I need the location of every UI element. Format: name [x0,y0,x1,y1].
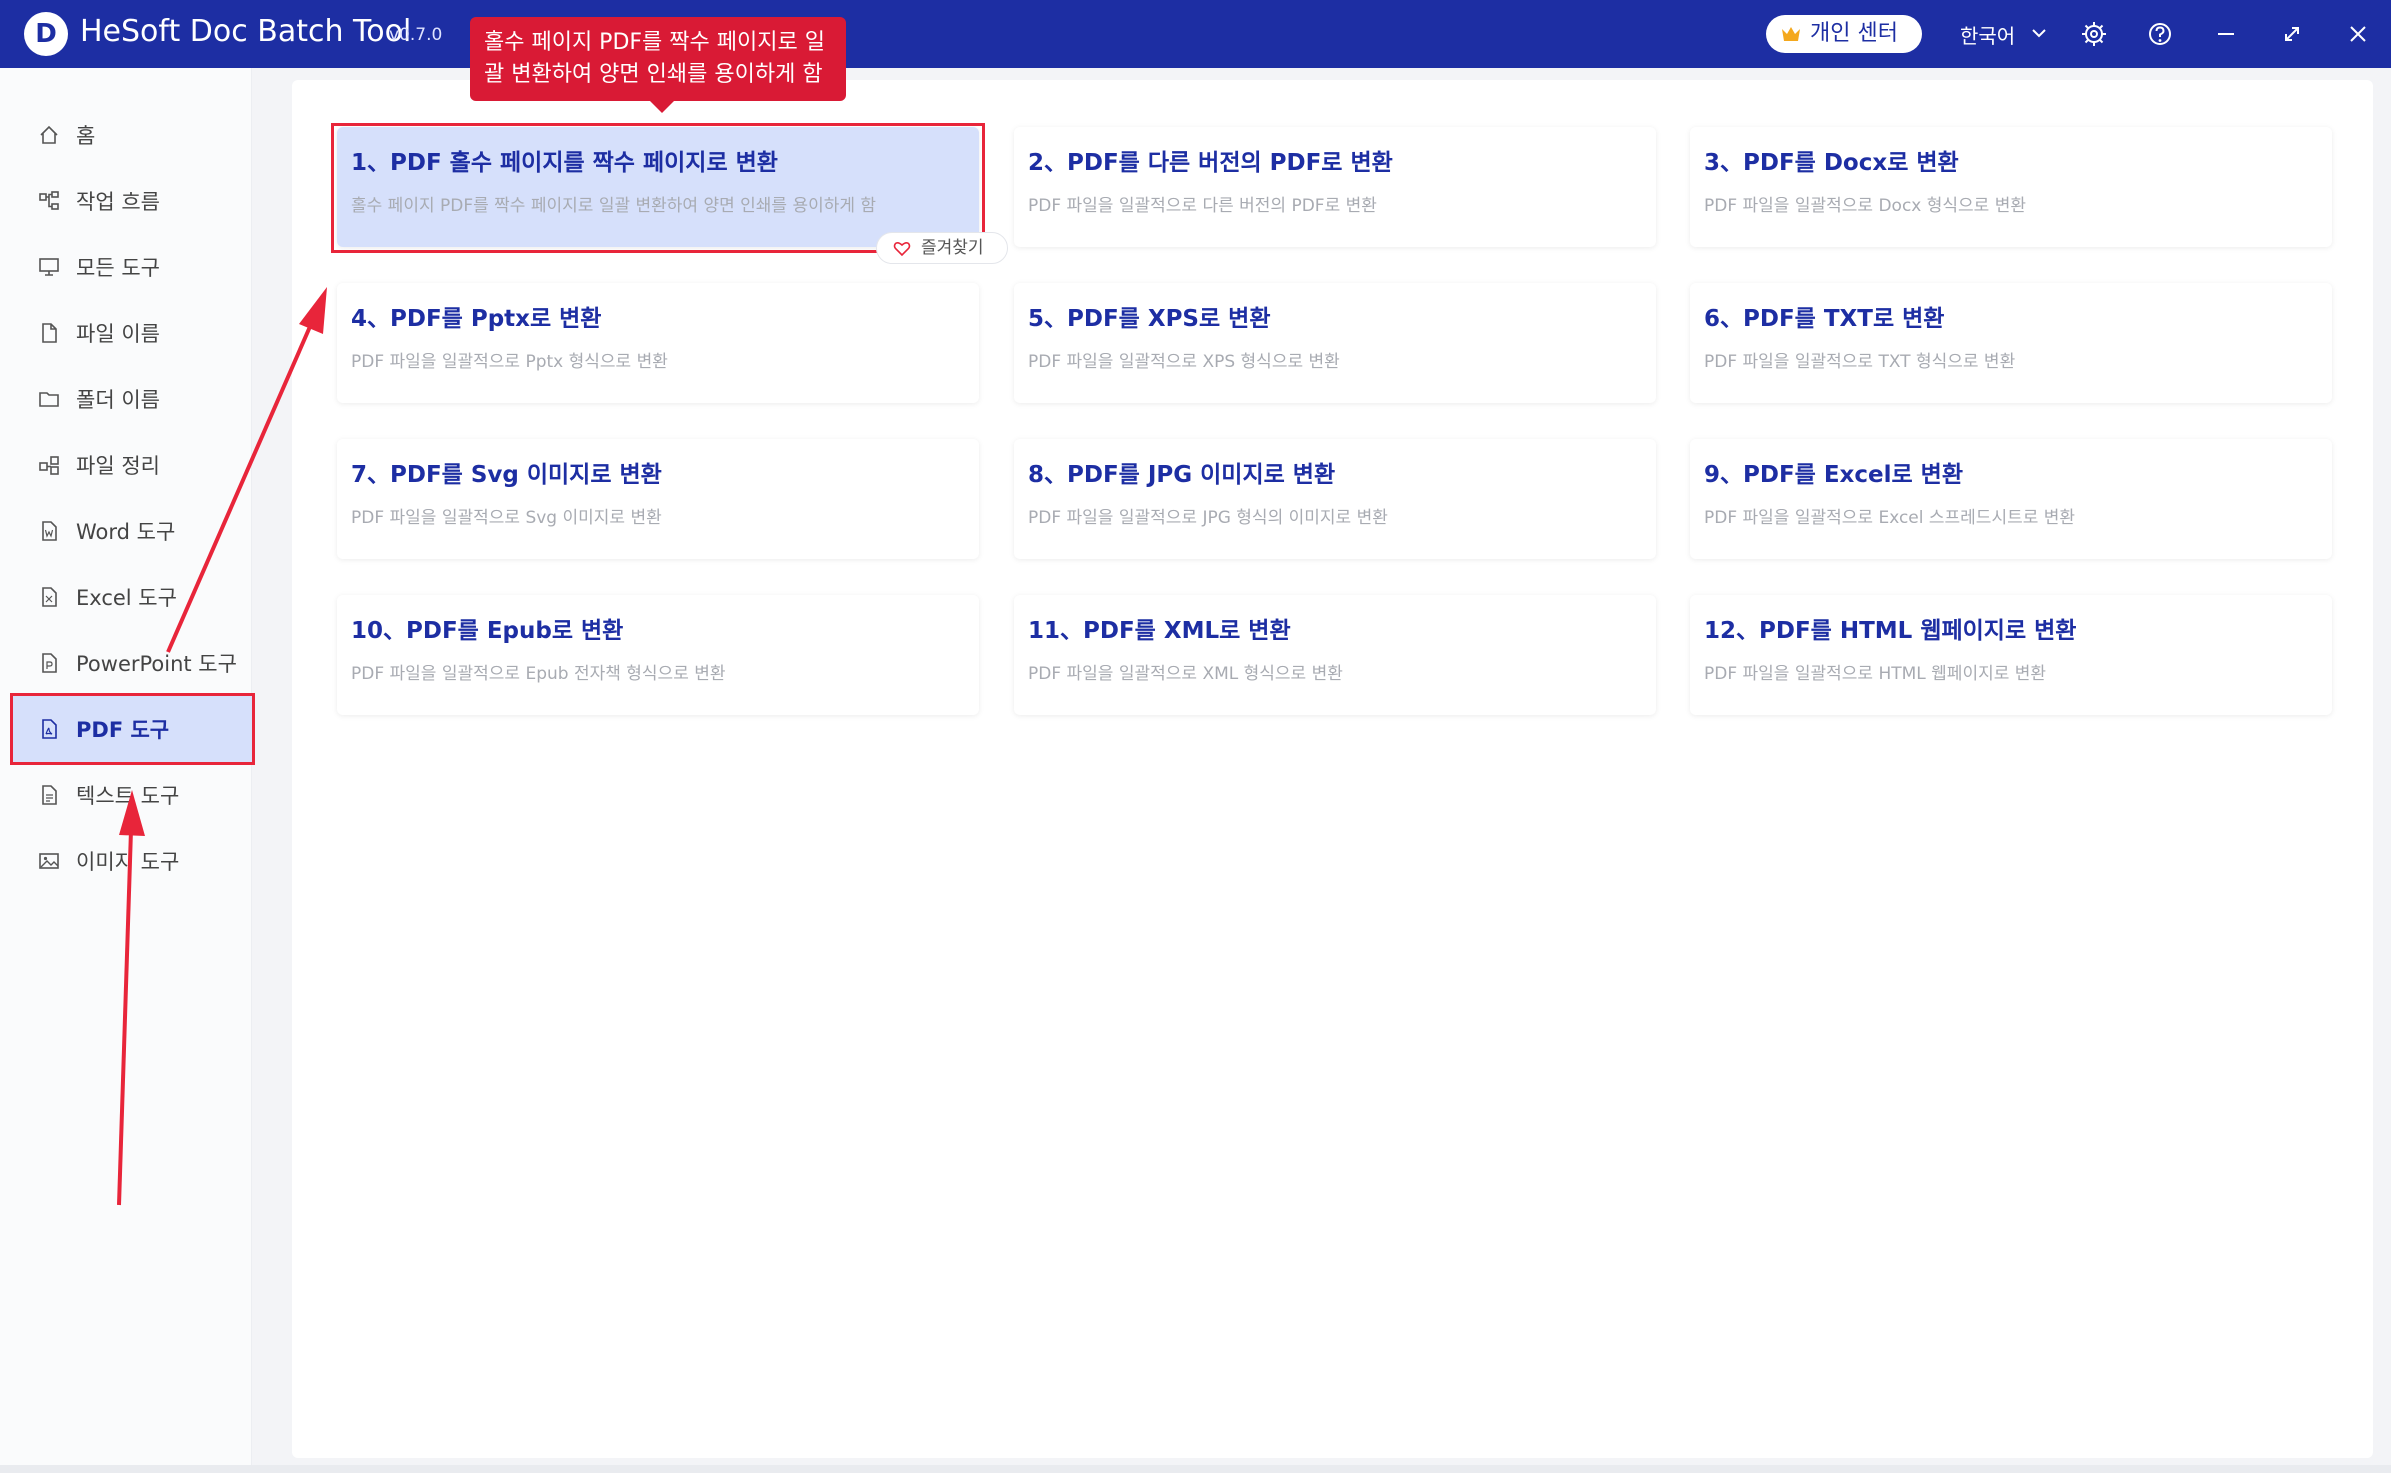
card-description: PDF 파일을 일괄적으로 Pptx 형식으로 변환 [351,352,668,372]
card-title: 5、PDF를 XPS로 변환 [1028,306,1271,332]
sidebar-item-workflow[interactable]: 작업 흐름 [12,168,252,234]
app-logo-icon [24,12,68,56]
minimize-icon[interactable] [2212,20,2240,48]
tool-card-pdf-to-html[interactable]: 12、PDF를 HTML 웹페이지로 변환 PDF 파일을 일괄적으로 HTML… [1690,595,2332,715]
card-title: 11、PDF를 XML로 변환 [1028,618,1291,644]
card-description: PDF 파일을 일괄적으로 XPS 형식으로 변환 [1028,352,1340,372]
text-icon [42,785,57,805]
personal-center-label: 개인 센터 [1810,21,1898,46]
sidebar-item-all-tools[interactable]: 모든 도구 [12,234,252,300]
folder-icon [39,392,59,407]
chevron-down-icon[interactable] [2030,24,2048,42]
sidebar-item-label: 모든 도구 [76,256,160,280]
card-description: PDF 파일을 일괄적으로 Docx 형식으로 변환 [1704,196,2026,216]
home-icon [40,125,58,144]
tool-card-pdf-to-excel[interactable]: 9、PDF를 Excel로 변환 PDF 파일을 일괄적으로 Excel 스프레… [1690,439,2332,559]
favorite-button[interactable]: 즐겨찾기 [876,232,1008,264]
excel-icon [42,587,57,607]
card-title: 4、PDF를 Pptx로 변환 [351,306,602,332]
sidebar-item-home[interactable]: 홈 [12,102,252,168]
monitor-icon [39,258,59,276]
sidebar-item-powerpoint-tools[interactable]: PowerPoint 도구 [12,630,252,696]
help-icon[interactable] [2146,20,2174,48]
sidebar-item-label: Word 도구 [76,520,176,544]
sidebar-item-folder-name[interactable]: 폴더 이름 [12,366,252,432]
tool-card-pdf-to-jpg[interactable]: 8、PDF를 JPG 이미지로 변환 PDF 파일을 일괄적으로 JPG 형식의… [1014,439,1656,559]
sidebar-item-label: 이미지 도구 [76,850,180,874]
card-description: PDF 파일을 일괄적으로 XML 형식으로 변환 [1028,664,1343,684]
tool-card-pdf-to-pptx[interactable]: 4、PDF를 Pptx로 변환 PDF 파일을 일괄적으로 Pptx 형식으로 … [337,283,979,403]
sidebar-item-excel-tools[interactable]: Excel 도구 [12,564,252,630]
favorite-label: 즐겨찾기 [921,238,984,258]
workflow-icon [39,191,59,210]
title-bar: HeSoft Doc Batch Tool v0.7.0 개인 센터 한국어 [0,0,2391,68]
sidebar-item-file-organize[interactable]: 파일 정리 [12,432,252,498]
crown-icon [1782,27,1800,41]
card-title: 10、PDF를 Epub로 변환 [351,618,624,644]
card-title: 7、PDF를 Svg 이미지로 변환 [351,462,662,488]
tool-card-pdf-to-epub[interactable]: 10、PDF를 Epub로 변환 PDF 파일을 일괄적으로 Epub 전자책 … [337,595,979,715]
personal-center-button[interactable]: 개인 센터 [1766,15,1922,53]
app-version: v0.7.0 [389,25,443,45]
image-icon [39,853,59,869]
card-description: PDF 파일을 일괄적으로 HTML 웹페이지로 변환 [1704,664,2047,684]
sidebar-item-label: 폴더 이름 [76,388,160,412]
tool-card-pdf-to-svg[interactable]: 7、PDF를 Svg 이미지로 변환 PDF 파일을 일괄적으로 Svg 이미지… [337,439,979,559]
sidebar-item-label: 홈 [76,124,96,148]
card-description: PDF 파일을 일괄적으로 TXT 형식으로 변환 [1704,352,2016,372]
word-icon [42,521,57,541]
card-description: PDF 파일을 일괄적으로 Excel 스프레드시트로 변환 [1704,508,2076,528]
card-title: 12、PDF를 HTML 웹페이지로 변환 [1704,618,2077,644]
sidebar-item-label: 텍스트 도구 [76,784,180,808]
maximize-icon[interactable] [2278,20,2306,48]
card-description: PDF 파일을 일괄적으로 JPG 형식의 이미지로 변환 [1028,508,1388,528]
sidebar-item-text-tools[interactable]: 텍스트 도구 [12,762,252,828]
sidebar-item-label: 파일 이름 [76,322,160,346]
tool-card-pdf-to-xps[interactable]: 5、PDF를 XPS로 변환 PDF 파일을 일괄적으로 XPS 형식으로 변환 [1014,283,1656,403]
tool-card-pdf-to-txt[interactable]: 6、PDF를 TXT로 변환 PDF 파일을 일괄적으로 TXT 형식으로 변환 [1690,283,2332,403]
card-title: 9、PDF를 Excel로 변환 [1704,462,1963,488]
card-description: PDF 파일을 일괄적으로 다른 버전의 PDF로 변환 [1028,196,1377,216]
app-title: HeSoft Doc Batch Tool [80,14,412,49]
card-title: 3、PDF를 Docx로 변환 [1704,150,1959,176]
heart-icon [893,241,911,257]
tool-card-pdf-to-docx[interactable]: 3、PDF를 Docx로 변환 PDF 파일을 일괄적으로 Docx 형식으로 … [1690,127,2332,247]
card-description: PDF 파일을 일괄적으로 Svg 이미지로 변환 [351,508,662,528]
file-icon [42,323,57,343]
card-title: 2、PDF를 다른 버전의 PDF로 변환 [1028,150,1393,176]
sidebar-item-file-name[interactable]: 파일 이름 [12,300,252,366]
window-bottom-edge [0,1465,2391,1473]
annotation-highlight-box [10,693,255,765]
organize-icon [39,456,59,475]
sidebar-item-label: Excel 도구 [76,586,177,610]
gear-icon[interactable] [2080,20,2108,48]
tool-card-pdf-to-xml[interactable]: 11、PDF를 XML로 변환 PDF 파일을 일괄적으로 XML 형식으로 변… [1014,595,1656,715]
sidebar-item-image-tools[interactable]: 이미지 도구 [12,828,252,894]
sidebar-item-label: 작업 흐름 [76,190,160,214]
powerpoint-icon [42,653,57,673]
tool-card-pdf-version[interactable]: 2、PDF를 다른 버전의 PDF로 변환 PDF 파일을 일괄적으로 다른 버… [1014,127,1656,247]
language-select[interactable]: 한국어 [1960,20,2015,49]
tooltip: 홀수 페이지 PDF를 짝수 페이지로 일괄 변환하여 양면 인쇄를 용이하게 … [470,17,846,113]
sidebar-item-label: PowerPoint 도구 [76,652,237,676]
sidebar-item-word-tools[interactable]: Word 도구 [12,498,252,564]
card-title: 6、PDF를 TXT로 변환 [1704,306,1945,332]
sidebar-item-label: 파일 정리 [76,454,160,478]
card-title: 8、PDF를 JPG 이미지로 변환 [1028,462,1336,488]
card-description: PDF 파일을 일괄적으로 Epub 전자책 형식으로 변환 [351,664,726,684]
close-icon[interactable] [2344,20,2372,48]
